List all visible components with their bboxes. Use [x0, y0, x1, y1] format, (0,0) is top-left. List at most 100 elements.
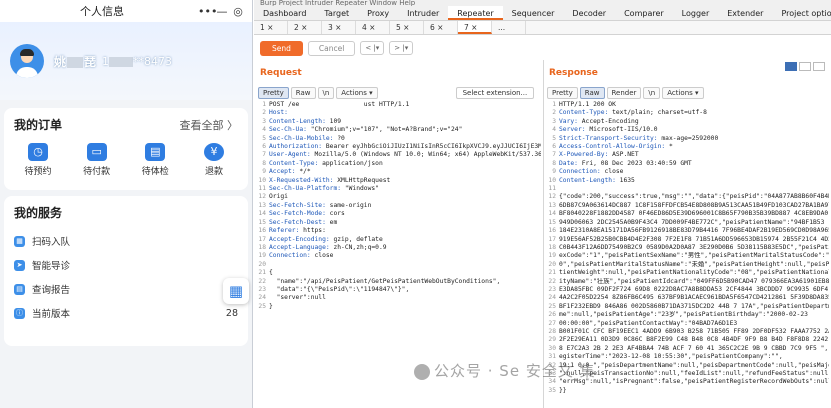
view-all-orders-link[interactable]: 查看全部 〉 — [180, 117, 239, 133]
more-menu-icon[interactable]: ••• — [198, 5, 217, 18]
line-text: }} — [559, 386, 567, 394]
service-current-version[interactable]: ⓘ 当前版本 28 — [14, 301, 238, 325]
response-actions-menu[interactable]: Actions ▾ — [662, 86, 704, 99]
line-text: Origi — [269, 193, 296, 201]
request-newline-toggle[interactable]: \n — [317, 86, 335, 99]
editor-line: 18 C0B443F12A6DD75490B2C9 0589D0A2D0A87 3… — [546, 244, 829, 252]
editor-line: 10 X-Requested-With: XMLHttpRequest — [256, 177, 541, 185]
layout-tabs-icon[interactable] — [813, 62, 825, 71]
order-pending-exam[interactable]: ▤ 待体检 — [131, 143, 179, 177]
repeater-tab-6[interactable]: 6 × — [424, 21, 458, 34]
history-back-button[interactable]: < |▾ — [360, 41, 385, 55]
editor-line: 3 Content-Length: 109 — [256, 118, 541, 126]
editor-line: 17 Accept-Encoding: gzip, deflate — [256, 236, 541, 244]
pane-divider[interactable] — [543, 60, 544, 408]
line-number: 14 — [258, 210, 266, 218]
send-button[interactable]: Send — [260, 40, 303, 56]
order-pending-appointment[interactable]: ◷ 待预约 — [14, 143, 62, 177]
line-text: HTTP/1.1 200 OK — [559, 101, 616, 108]
line-number: 22 — [548, 277, 556, 285]
service-scan-queue[interactable]: ▦ 扫码入队 — [14, 229, 238, 253]
editor-line: 4 Sec-Ch-Ua: "Chromium";v="107", "Not=A?B… — [256, 126, 541, 134]
response-newline-toggle[interactable]: \n — [643, 86, 661, 99]
tab-sequencer[interactable]: Sequencer — [503, 6, 564, 20]
response-raw-tab[interactable]: Raw — [579, 86, 605, 99]
layout-horizontal-icon[interactable] — [799, 62, 811, 71]
qr-icon: ▦ — [14, 235, 25, 247]
repeater-tab-7[interactable]: 7 × — [458, 21, 492, 34]
line-text: Sec-Ch-Ua: "Chromium";v="107", "Not=A?Br… — [269, 126, 463, 134]
order-label: 待预约 — [24, 167, 52, 177]
line-text: Accept-Language: zh-CN,zh;q=0.9 — [269, 243, 387, 251]
line-number: 9 — [552, 168, 556, 176]
select-extension-dropdown[interactable]: Select extension... — [455, 86, 535, 99]
wechat-icon — [414, 363, 430, 380]
editor-line: 21 tientWeight":null,"peisPatientNational… — [546, 269, 829, 277]
line-number: 8 — [552, 159, 556, 167]
minimize-icon[interactable]: — — [214, 5, 230, 18]
close-target-icon[interactable]: ◎ — [230, 5, 246, 18]
repeater-tab-2[interactable]: 2 × — [288, 21, 322, 34]
editor-line: 3 Vary: Accept-Encoding — [546, 118, 829, 126]
tab-comparer[interactable]: Comparer — [615, 6, 673, 20]
request-pretty-tab[interactable]: Pretty — [258, 86, 289, 99]
repeater-tab-4[interactable]: 4 × — [356, 21, 390, 34]
line-number: 12 — [548, 193, 556, 201]
editor-line: 12 {"code":200,"success":true,"msg":"","d… — [546, 193, 829, 201]
line-text: {"code":200,"success":true,"msg":"","dat… — [559, 193, 829, 201]
repeater-tab-5[interactable]: 5 × — [390, 21, 424, 34]
line-text: Connection: close — [559, 168, 624, 176]
response-view-bar: Pretty Raw Render \n Actions ▾ — [547, 86, 704, 99]
repeater-tab-1[interactable]: 1 × — [254, 21, 288, 34]
editor-line: 9 Accept: */* — [256, 168, 541, 176]
tab-repeater[interactable]: Repeater — [448, 6, 503, 20]
repeater-tab-more[interactable]: ... — [492, 21, 526, 34]
service-label: 智能导诊 — [32, 261, 71, 272]
request-raw-tab[interactable]: Raw — [290, 86, 316, 99]
app-title-bar: 个人信息 ••• — ◎ — [0, 0, 252, 22]
line-number: 19 — [258, 252, 266, 260]
editor-line: 23 E3DA85FBC 09DF2F724 69D8 0222D8AC7A8B8… — [546, 286, 829, 294]
grid-menu-icon[interactable]: ▦ — [223, 278, 249, 304]
line-text: User-Agent: Mozilla/5.0 (Windows NT 10.0… — [269, 151, 541, 159]
order-pending-payment[interactable]: ▭ 待付款 — [73, 143, 121, 177]
tab-dashboard[interactable]: Dashboard — [254, 6, 315, 20]
response-pretty-tab[interactable]: Pretty — [547, 86, 578, 99]
repeater-tab-3[interactable]: 3 × — [322, 21, 356, 34]
line-text: exCode":"1","peisPatientSexName":"男性","p… — [559, 252, 829, 260]
layout-split-icon[interactable] — [785, 62, 797, 71]
request-actions-menu[interactable]: Actions ▾ — [336, 86, 378, 99]
service-query-report[interactable]: ▤ 查询报告 — [14, 277, 238, 301]
editor-line: 23 "data":"{\"PeisPid\":\"1194847\"}", — [256, 286, 541, 294]
service-smart-guide[interactable]: ➤ 智能导诊 — [14, 253, 238, 277]
editor-line: 6 Authorization: Bearer eyJhbGciOiJIUzI1N… — [256, 143, 541, 151]
tab-target[interactable]: Target — [315, 6, 358, 20]
tab-logger[interactable]: Logger — [673, 6, 719, 20]
line-number: 13 — [548, 201, 556, 209]
line-text: ":null,"peisTransactionNo":null,"feeIdLi… — [559, 370, 829, 377]
tab-intruder[interactable]: Intruder — [398, 6, 448, 20]
line-text: Sec-Ch-Ua-Mobile: ?0 — [269, 134, 345, 142]
refund-icon: ¥ — [203, 143, 224, 161]
line-number: 6 — [262, 143, 266, 151]
cancel-button[interactable]: Cancel — [307, 40, 356, 56]
tab-decoder[interactable]: Decoder — [563, 6, 615, 20]
editor-line: 21{ — [256, 269, 541, 277]
tab-project-options[interactable]: Project options — [772, 6, 831, 20]
tab-proxy[interactable]: Proxy — [358, 6, 398, 20]
line-number: 13 — [258, 201, 266, 209]
editor-line: 8 Date: Fri, 08 Dec 2023 03:40:59 GMT — [546, 160, 829, 168]
order-refund[interactable]: ¥ 退款 — [190, 143, 238, 177]
avatar[interactable] — [10, 44, 44, 78]
editor-line: 30 8 E7C2A3 2B 2 2E3 AF4BBA4 74B ACF 7 60… — [546, 345, 829, 353]
response-render-tab[interactable]: Render — [606, 86, 642, 99]
line-text: Date: Fri, 08 Dec 2023 03:40:59 GMT — [559, 159, 692, 167]
history-forward-button[interactable]: > |▾ — [389, 41, 414, 55]
tab-extender[interactable]: Extender — [718, 6, 772, 20]
request-editor[interactable]: 1 POST /ee ust HTTP/1.1 2 Host: 3 Content-Le… — [256, 101, 541, 351]
editor-line: 28 B001F01C CFC BF19EEC1 4ADD9 6B903 B258… — [546, 328, 829, 336]
line-number: 20 — [258, 260, 266, 268]
line-text: Content-Length: 1635 — [559, 176, 635, 184]
line-text: Server: Microsoft-IIS/10.0 — [559, 126, 658, 134]
line-text: BF8040228F1882DD4587 0F46ED86D5E39D69600… — [559, 210, 829, 218]
